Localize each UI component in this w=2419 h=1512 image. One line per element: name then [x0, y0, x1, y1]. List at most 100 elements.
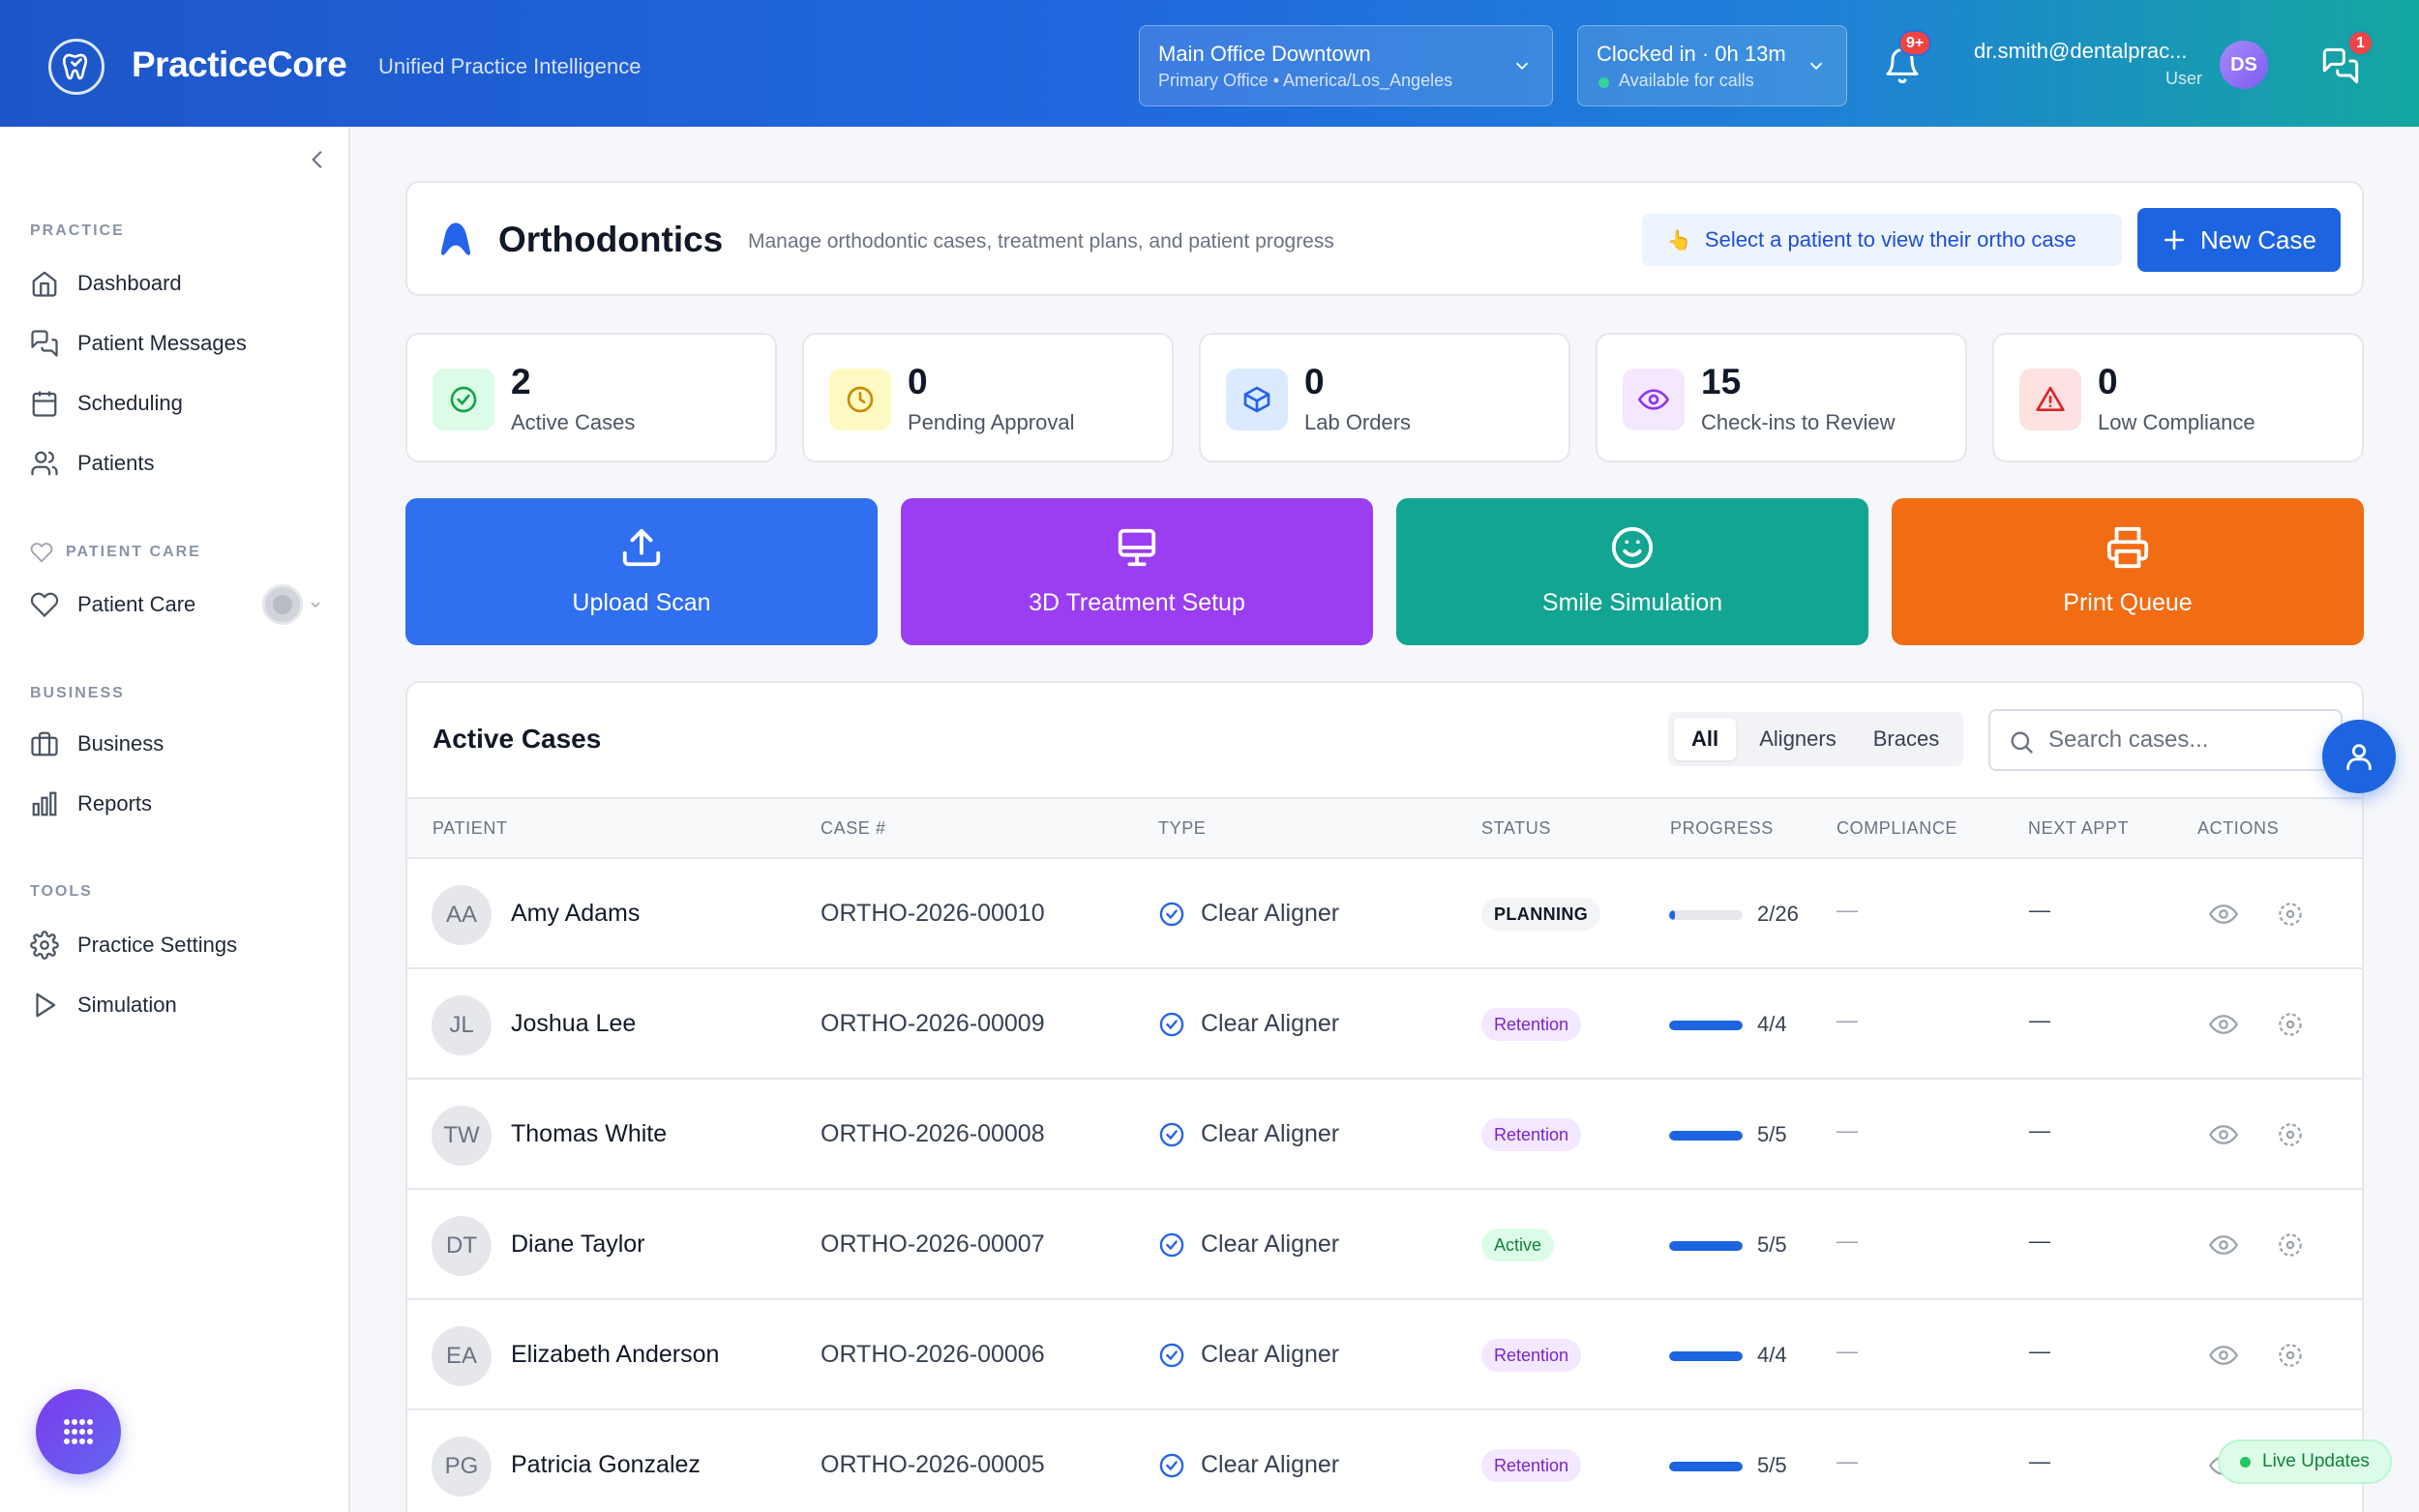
progress-text: 4/4: [1757, 1012, 1787, 1036]
apps-launcher-button[interactable]: [36, 1389, 121, 1474]
column-header-compliance[interactable]: COMPLIANCE: [1837, 818, 1957, 839]
sidebar-item-business[interactable]: Business: [30, 723, 320, 765]
sidebar-item-practice-settings[interactable]: Practice Settings: [30, 924, 320, 966]
stat-card-check-ins[interactable]: 15 Check-ins to Review: [1596, 333, 1967, 462]
grid-dots-icon: [64, 1419, 93, 1444]
column-header-status[interactable]: STATUS: [1481, 818, 1551, 839]
view-case-eye-icon[interactable]: [2209, 1230, 2238, 1260]
next-appt-value: —: [2029, 1229, 2050, 1253]
case-filter-tabs: All Aligners Braces: [1668, 712, 1963, 766]
progress-bar: [1669, 910, 1743, 920]
upload-scan-button[interactable]: Upload Scan: [405, 498, 878, 645]
progress-fill: [1669, 1462, 1743, 1471]
patient-care-toggle[interactable]: [262, 584, 303, 625]
table-row[interactable]: PG Patricia Gonzalez ORTHO-2026-00005 Clear…: [407, 1410, 2362, 1512]
sidebar-item-patients[interactable]: Patients: [30, 442, 320, 485]
search-input[interactable]: [2048, 723, 2329, 757]
table-row[interactable]: JL Joshua Lee ORTHO-2026-00009 Clear Aligne…: [407, 969, 2362, 1080]
stat-card-active-cases[interactable]: 2 Active Cases: [405, 333, 777, 462]
search-field[interactable]: [1988, 709, 2343, 771]
collapse-sidebar-icon[interactable]: [305, 147, 330, 172]
column-header-progress[interactable]: PROGRESS: [1670, 818, 1774, 839]
clock-status-selector[interactable]: Clocked in · 0h 13m Available for calls: [1577, 25, 1847, 106]
progress-bar: [1669, 1462, 1743, 1471]
case-tools-icon[interactable]: [2276, 1010, 2305, 1039]
stat-label: Check-ins to Review: [1701, 410, 1896, 434]
case-number: ORTHO-2026-00010: [821, 900, 1045, 927]
check-circle-icon: [1159, 1232, 1184, 1257]
case-tools-icon[interactable]: [2276, 1120, 2305, 1149]
compliance-value: —: [1837, 898, 1858, 922]
view-case-eye-icon[interactable]: [2209, 1341, 2238, 1370]
brand-name[interactable]: PracticeCore: [132, 44, 347, 85]
progress-bar: [1669, 1351, 1743, 1361]
stat-value: 15: [1701, 362, 1742, 401]
smile-simulation-button[interactable]: Smile Simulation: [1396, 498, 1868, 645]
new-case-button[interactable]: New Case: [2137, 208, 2341, 272]
stat-icon-bg: [1226, 369, 1288, 430]
table-row[interactable]: EA Elizabeth Anderson ORTHO-2026-00006 Clea…: [407, 1300, 2362, 1410]
sidebar-item-dashboard[interactable]: Dashboard: [30, 262, 320, 305]
column-header-type[interactable]: TYPE: [1158, 818, 1206, 839]
sidebar-item-scheduling[interactable]: Scheduling: [30, 382, 320, 425]
progress-text: 4/4: [1757, 1343, 1787, 1367]
case-type: Clear Aligner: [1158, 1341, 1339, 1369]
next-appt-value: —: [2029, 1339, 2050, 1363]
patient-name[interactable]: Diane Taylor: [511, 1230, 645, 1259]
sidebar-item-label: Business: [77, 731, 164, 756]
case-type: Clear Aligner: [1158, 1010, 1339, 1038]
patient-name[interactable]: Amy Adams: [511, 900, 640, 928]
table-row[interactable]: AA Amy Adams ORTHO-2026-00010 Clear Aligner…: [407, 859, 2362, 969]
patient-name[interactable]: Patricia Gonzalez: [511, 1451, 701, 1479]
sidebar-item-label: Scheduling: [77, 391, 183, 415]
tab-aligners[interactable]: Aligners: [1744, 718, 1852, 760]
progress-fill: [1669, 910, 1675, 920]
column-header-next-appt[interactable]: NEXT APPT: [2028, 818, 2129, 839]
print-queue-button[interactable]: Print Queue: [1892, 498, 2364, 645]
patient-name[interactable]: Joshua Lee: [511, 1010, 636, 1038]
table-row[interactable]: TW Thomas White ORTHO-2026-00008 Clear Alig…: [407, 1080, 2362, 1190]
sidebar-item-simulation[interactable]: Simulation: [30, 984, 320, 1026]
check-circle-icon: [1159, 1453, 1184, 1477]
plus-icon: [2165, 230, 2184, 250]
view-case-eye-icon[interactable]: [2209, 900, 2238, 929]
case-tools-icon[interactable]: [2276, 1230, 2305, 1260]
new-case-label: New Case: [2200, 224, 2316, 254]
patient-name[interactable]: Thomas White: [511, 1120, 667, 1148]
case-number: ORTHO-2026-00007: [821, 1230, 1045, 1258]
stat-card-lab-orders[interactable]: 0 Lab Orders: [1199, 333, 1570, 462]
case-tools-icon[interactable]: [2276, 1341, 2305, 1370]
column-header-patient[interactable]: PATIENT: [433, 818, 508, 839]
table-row[interactable]: DT Diane Taylor ORTHO-2026-00007 Clear Alig…: [407, 1190, 2362, 1300]
sidebar-item-reports[interactable]: Reports: [30, 783, 320, 825]
box-icon: [1243, 386, 1270, 413]
progress-text: 5/5: [1757, 1453, 1787, 1477]
patient-lookup-button[interactable]: [2322, 720, 2396, 793]
next-appt-value: —: [2029, 1118, 2050, 1142]
tooth-logo-icon[interactable]: [48, 39, 105, 95]
user-email[interactable]: dr.smith@dentalprac...: [1974, 39, 2187, 64]
stat-card-low-compliance[interactable]: 0 Low Compliance: [1992, 333, 2364, 462]
sidebar-item-patient-messages[interactable]: Patient Messages: [30, 322, 320, 365]
tab-braces[interactable]: Braces: [1858, 718, 1955, 760]
stat-card-pending-approval[interactable]: 0 Pending Approval: [802, 333, 1174, 462]
user-role: User: [2165, 69, 2202, 88]
office-selector[interactable]: Main Office Downtown Primary Office • Am…: [1139, 25, 1553, 106]
column-header-case[interactable]: CASE #: [821, 818, 886, 839]
notifications-badge: 9+: [1898, 30, 1932, 56]
patient-name[interactable]: Elizabeth Anderson: [511, 1341, 719, 1369]
stat-label: Lab Orders: [1304, 410, 1412, 434]
warning-icon: [2036, 386, 2065, 411]
status-badge: PLANNING: [1481, 898, 1601, 931]
next-appt-value: —: [2029, 1008, 2050, 1032]
page-header-card: Orthodontics Manage orthodontic cases, t…: [405, 181, 2364, 296]
user-avatar[interactable]: DS: [2220, 41, 2268, 89]
view-case-eye-icon[interactable]: [2209, 1120, 2238, 1149]
brand-tagline: Unified Practice Intelligence: [378, 54, 642, 78]
chevron-down-icon[interactable]: [308, 597, 323, 612]
compliance-value: —: [1837, 1449, 1858, 1473]
view-case-eye-icon[interactable]: [2209, 1010, 2238, 1039]
tab-all[interactable]: All: [1674, 718, 1736, 760]
case-tools-icon[interactable]: [2276, 900, 2305, 929]
treatment-setup-button[interactable]: 3D Treatment Setup: [901, 498, 1373, 645]
